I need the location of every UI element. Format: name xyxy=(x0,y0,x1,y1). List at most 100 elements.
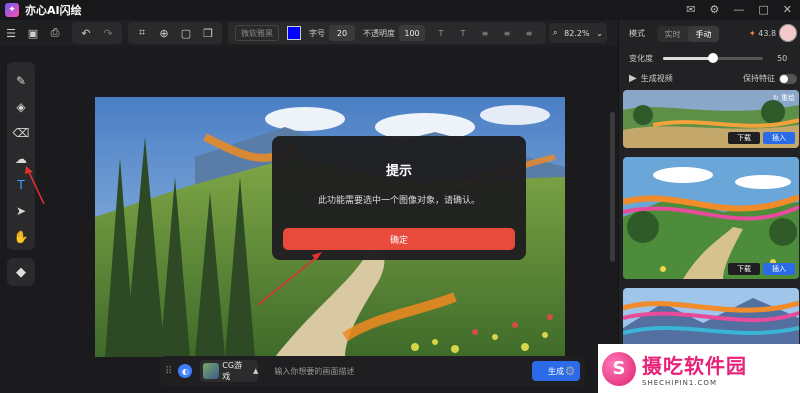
strength-row: 变化度 50 xyxy=(629,53,795,64)
right-panel: 模式 实时 手动 ✦ 43.8 变化度 50 ▶ 生成视频 保持特征 ↻ 重绘 … xyxy=(618,20,800,393)
insert-button[interactable]: 插入 xyxy=(763,132,795,144)
brush-icon[interactable]: ✎ xyxy=(11,71,31,91)
strength-label: 变化度 xyxy=(629,54,653,63)
download-button[interactable]: 下载 xyxy=(728,132,760,144)
video-icon: ▶ xyxy=(629,73,637,84)
menu-icon[interactable]: ☰ xyxy=(3,25,19,41)
align-center-icon[interactable]: ≡ xyxy=(499,25,515,41)
dialog-message: 此功能需要选中一个图像对象，请确认。 xyxy=(317,196,480,206)
keep-features-toggle[interactable] xyxy=(779,73,797,84)
download-button[interactable]: 下载 xyxy=(728,263,760,275)
result-thumbnail xyxy=(623,157,799,279)
mode-toggle: 实时 手动 xyxy=(657,26,719,42)
mode-option-manual[interactable]: 手动 xyxy=(688,26,719,42)
app-window: ✦ 亦心AI闪绘 ✉ ⚙ — □ ✕ ☰ ▣ ⎙ ↶ ↷ ⌗ ⊕ ▢ ❐ 微软雅… xyxy=(0,0,800,393)
prompt-input[interactable]: 输入你想要的画面描述 xyxy=(274,366,532,377)
crop-icon[interactable]: ⌗ xyxy=(134,25,150,41)
insert-button[interactable]: 插入 xyxy=(763,263,795,275)
hand-icon[interactable]: ✋ xyxy=(11,227,31,247)
gen-video-label: 生成视频 xyxy=(640,74,673,83)
strength-value: 50 xyxy=(777,54,788,63)
card-actions: 下载 插入 xyxy=(728,132,795,144)
eraser-icon[interactable]: ⌫ xyxy=(11,123,31,143)
zoom-control[interactable]: ⌕ 82.2% ⌄ xyxy=(549,23,607,43)
font-select[interactable]: 微软雅黑 xyxy=(235,25,279,41)
font-size-input[interactable]: 20 xyxy=(329,25,355,41)
mode-option-realtime[interactable]: 实时 xyxy=(657,26,688,42)
copy-icon[interactable]: ❐ xyxy=(200,25,216,41)
app-logo: ✦ xyxy=(5,3,19,17)
select-arrow-icon[interactable]: ➤ xyxy=(11,201,31,221)
style-select[interactable]: CG游戏 ▲ xyxy=(200,360,259,382)
add-circle-icon[interactable]: ⊕ xyxy=(156,25,172,41)
toolbar: ☰ ▣ ⎙ ↶ ↷ ⌗ ⊕ ▢ ❐ 微软雅黑 字号 20 不透明度 100 T … xyxy=(0,20,618,46)
watermark-logo: S xyxy=(602,351,636,386)
drag-handle-icon[interactable]: ⠿ xyxy=(165,366,172,377)
strength-slider-knob[interactable] xyxy=(708,53,718,63)
result-thumbnail xyxy=(623,288,799,348)
close-button[interactable]: ✕ xyxy=(783,3,792,16)
minimize-button[interactable]: — xyxy=(733,3,744,16)
dialog-title: 提示 xyxy=(385,164,412,179)
result-card[interactable] xyxy=(623,288,799,348)
result-card[interactable]: ↻ 重绘 下载 插入 xyxy=(623,90,799,148)
mode-label: 模式 xyxy=(629,29,645,38)
text-style-icon[interactable]: T xyxy=(455,25,471,41)
card-actions: 下载 插入 xyxy=(728,263,795,275)
watermark-text: 摄吃软件园 SHECHIPIN1.COM xyxy=(642,350,747,387)
style-name: CG游戏 xyxy=(222,361,243,381)
regenerate-label: 重绘 xyxy=(781,94,795,102)
text-color-swatch[interactable] xyxy=(287,26,301,40)
video-row: ▶ 生成视频 保持特征 xyxy=(629,73,797,84)
square-icon[interactable]: ▢ xyxy=(178,25,194,41)
canvas-tools-group: ⌗ ⊕ ▢ ❐ xyxy=(128,22,222,44)
style-mode-icon[interactable]: ◐ xyxy=(178,364,193,378)
credits-display: ✦ 43.8 xyxy=(749,29,776,38)
lasso-icon[interactable]: ☁ xyxy=(11,149,31,169)
caret-up-icon: ▲ xyxy=(252,367,259,375)
strength-slider-fill xyxy=(663,57,713,60)
credits-icon: ✦ xyxy=(749,29,756,38)
fill-bucket-icon[interactable]: ◈ xyxy=(11,97,31,117)
undo-icon[interactable]: ↶ xyxy=(78,25,94,41)
text-tool-icon[interactable]: T xyxy=(11,175,31,195)
gear-icon[interactable]: ⚙ xyxy=(710,3,720,16)
style-thumbnail xyxy=(203,363,220,379)
title-bar: ✦ 亦心AI闪绘 ✉ ⚙ — □ ✕ xyxy=(0,0,800,20)
layers-icon[interactable]: ◆ xyxy=(7,258,35,286)
text-style-icon[interactable]: T xyxy=(433,25,449,41)
zoom-value: 82.2% xyxy=(564,28,590,38)
avatar[interactable] xyxy=(779,24,797,42)
watermark-en: SHECHIPIN1.COM xyxy=(642,379,717,387)
tool-sidebar: ✎ ◈ ⌫ ☁ T ➤ ✋ xyxy=(7,62,35,250)
print-icon[interactable]: ⎙ xyxy=(47,25,63,41)
prompt-bar: ⠿ ◐ CG游戏 ▲ 输入你想要的画面描述 生成 xyxy=(160,356,585,386)
mail-icon[interactable]: ✉ xyxy=(686,3,695,16)
redo-icon[interactable]: ↷ xyxy=(100,25,116,41)
app-title: 亦心AI闪绘 xyxy=(25,4,82,17)
history-group: ↶ ↷ xyxy=(72,22,122,44)
font-size-label: 字号 xyxy=(309,28,325,38)
chevron-down-icon: ⌄ xyxy=(596,28,603,38)
strength-slider[interactable] xyxy=(663,53,763,63)
save-icon[interactable]: ▣ xyxy=(25,25,41,41)
opacity-input[interactable]: 100 xyxy=(399,25,425,41)
text-format-group: 微软雅黑 字号 20 不透明度 100 T T ≡ ≡ ≡ xyxy=(228,22,546,44)
confirm-button[interactable]: 确定 xyxy=(283,228,515,250)
watermark-cn: 摄吃软件园 xyxy=(642,354,747,378)
refresh-icon: ↻ xyxy=(772,94,781,102)
watermark: S 摄吃软件园 SHECHIPIN1.COM xyxy=(598,344,800,393)
zoom-search-icon: ⌕ xyxy=(553,28,558,37)
maximize-button[interactable]: □ xyxy=(758,3,768,16)
opacity-label: 不透明度 xyxy=(363,28,395,38)
credits-value: 43.8 xyxy=(758,29,777,38)
window-controls: ✉ ⚙ — □ ✕ xyxy=(686,3,792,16)
align-right-icon[interactable]: ≡ xyxy=(521,25,537,41)
align-left-icon[interactable]: ≡ xyxy=(477,25,493,41)
result-card[interactable]: 下载 插入 xyxy=(623,157,799,279)
canvas-scrollbar[interactable] xyxy=(610,112,615,262)
keep-features-label: 保持特征 xyxy=(743,74,775,83)
regenerate-button[interactable]: ↻ 重绘 xyxy=(773,93,795,103)
prompt-settings-icon[interactable]: ⚙ xyxy=(562,363,578,379)
alert-dialog: 提示 此功能需要选中一个图像对象，请确认。 确定 xyxy=(272,136,526,260)
